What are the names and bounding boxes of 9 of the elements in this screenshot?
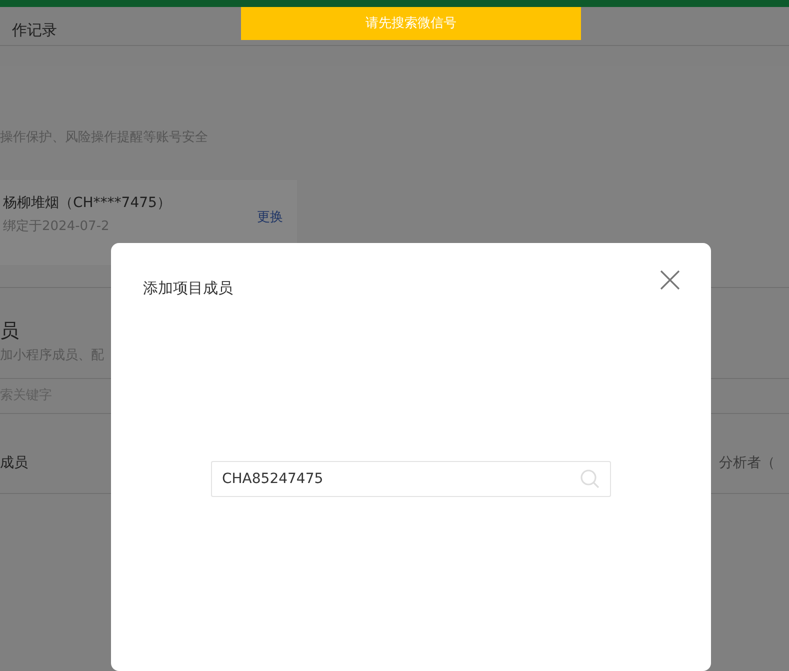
member-role: 分析者（: [719, 454, 775, 472]
close-icon[interactable]: [658, 268, 682, 292]
account-name: 杨柳堆烟（CH****7475）: [3, 194, 172, 212]
members-title: 员: [0, 319, 20, 344]
member-row-label: 成员: [0, 454, 28, 472]
section-title: 作记录: [12, 20, 57, 41]
search-field[interactable]: CHA85247475: [211, 461, 611, 497]
toast-message: 请先搜索微信号: [241, 7, 581, 40]
dialog-title: 添加项目成员: [143, 278, 233, 299]
